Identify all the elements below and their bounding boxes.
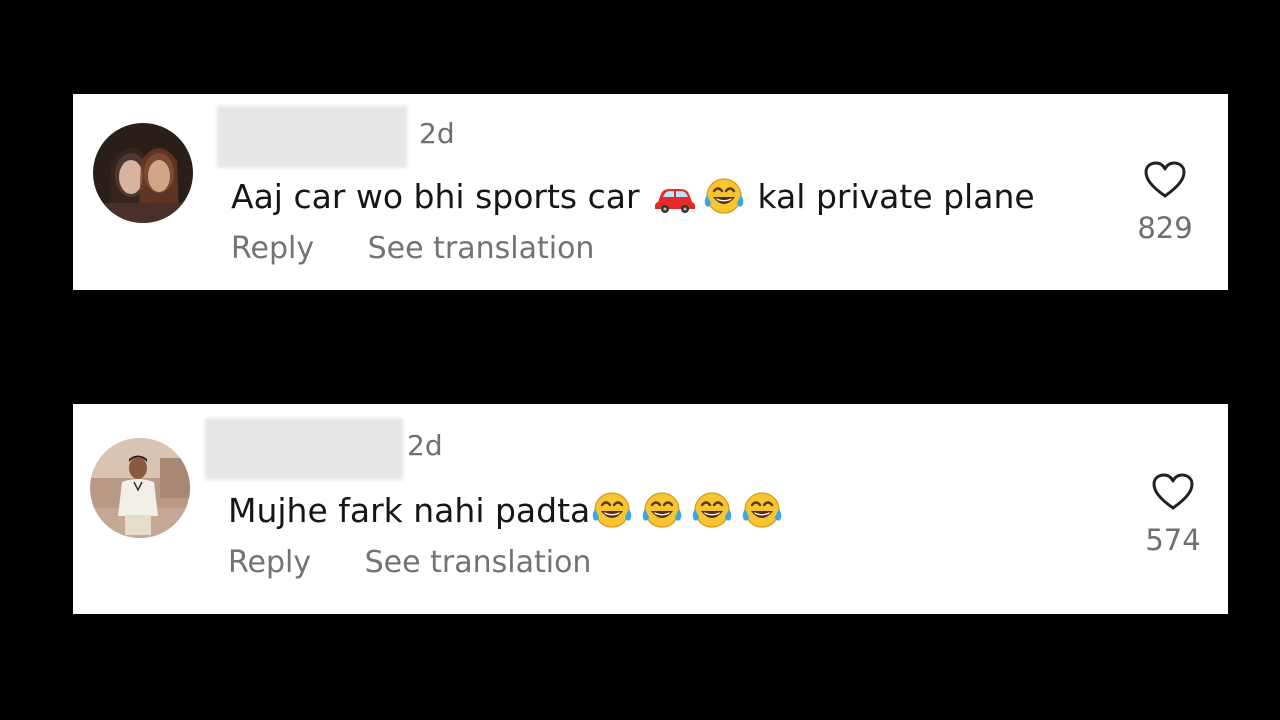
reply-button[interactable]: Reply [231,231,314,266]
comment-card: 2d Mujhe fark nahi padta Reply See trans… [73,404,1228,614]
username-redacted [205,418,403,480]
red-car-icon [652,176,698,216]
tears-of-joy-icon [590,490,634,530]
comment-time: 2d [419,117,455,150]
like-count: 574 [1145,523,1201,557]
username-redacted [217,106,407,168]
user-avatar[interactable] [93,123,193,223]
user-avatar[interactable] [90,438,190,538]
like-control[interactable]: 574 [1128,472,1218,555]
avatar-image [90,438,190,538]
comment-card: 2d Aaj car wo bhi sports car kal private… [73,94,1228,290]
heart-icon[interactable] [1151,472,1195,512]
comment-text: Mujhe fark nahi padta [228,490,784,530]
tears-of-joy-icon [702,176,746,216]
comment-text: Aaj car wo bhi sports car kal private pl… [231,176,1035,216]
comment-actions: Reply See translation [228,548,591,578]
avatar-image [93,123,193,223]
tears-of-joy-icon [740,490,784,530]
comment-text-part: kal private plane [757,176,1035,216]
heart-icon[interactable] [1143,160,1187,200]
tears-of-joy-icon [640,490,684,530]
see-translation-button[interactable]: See translation [368,231,595,266]
see-translation-button[interactable]: See translation [365,545,592,580]
reply-button[interactable]: Reply [228,545,311,580]
comment-time: 2d [407,429,443,462]
tears-of-joy-icon [690,490,734,530]
comment-text-part: Mujhe fark nahi padta [228,490,591,530]
like-control[interactable]: 829 [1120,160,1210,243]
like-count: 829 [1137,211,1193,245]
comment-text-part: Aaj car wo bhi sports car [231,176,640,216]
comment-actions: Reply See translation [231,234,594,264]
